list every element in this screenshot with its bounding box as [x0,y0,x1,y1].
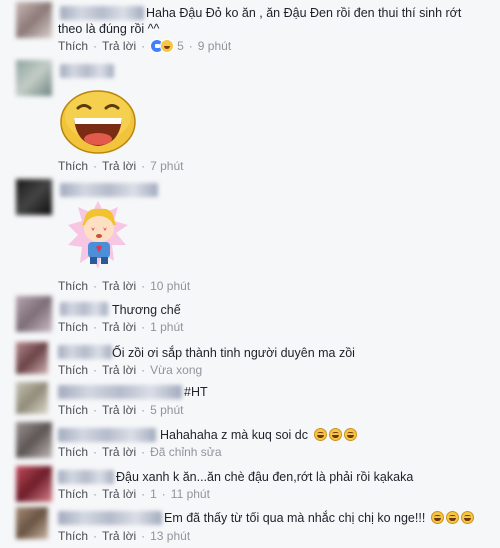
comment-actions: Thích · Trả lời · 5 phút [58,403,184,417]
comment-text: Haha Đậu Đỏ ko ăn , ăn Đậu Đen rồi đen t… [58,6,462,36]
commenter-name[interactable] [58,511,162,525]
avatar[interactable] [16,507,48,539]
reply-button[interactable]: Trả lời [102,363,136,377]
avatar[interactable] [16,179,52,215]
reply-button[interactable]: Trả lời [102,279,136,293]
like-button[interactable]: Thích [58,529,88,543]
avatar[interactable] [16,422,52,458]
like-button[interactable]: Thích [58,363,88,377]
comment-text: Hahahaha z mà kuq soi dc [160,427,357,443]
timestamp[interactable]: 1 phút [150,320,183,334]
commenter-name[interactable] [58,470,114,484]
reactions-summary[interactable] [150,39,175,53]
comment-actions: Thích · Trả lời · 13 phút [58,529,191,543]
comment-actions: Thích · Trả lời · 1 phút [58,320,184,334]
avatar[interactable] [16,382,48,414]
laughing-emoji-icon [313,428,327,441]
commenter-name[interactable] [60,64,114,78]
commenter-name[interactable] [58,385,182,399]
like-button[interactable]: Thích [58,279,88,293]
comment-text: Em đã thấy từ tối qua mà nhắc chị chị ko… [164,510,474,526]
comment-text: Đậu xanh k ăn...ăn chè đậu đen,rớt là ph… [116,470,414,484]
comment-text-body: Em đã thấy từ tối qua mà nhắc chị chị ko… [164,511,426,525]
avatar[interactable] [16,342,48,374]
laughing-emoji-icon [343,428,357,441]
reply-button[interactable]: Trả lời [102,445,136,459]
like-button[interactable]: Thích [58,487,88,501]
like-button[interactable]: Thích [58,403,88,417]
timestamp[interactable]: 9 phút [198,39,231,53]
timestamp[interactable]: Vừa xong [150,363,202,377]
comment-actions: Thích · Trả lời · 5 · 9 phút [58,39,232,53]
comment-actions: Thích · Trả lời · Đã chỉnh sửa [58,445,222,459]
reply-button[interactable]: Trả lời [102,529,136,543]
comment-text: Ối zồi ơi sắp thành tinh người duyên ma … [112,346,355,360]
commenter-name[interactable] [58,428,156,442]
haha-reaction-icon [160,39,175,53]
laughing-emoji-icon [430,511,444,524]
reply-button[interactable]: Trả lời [102,403,136,417]
timestamp[interactable]: 5 phút [150,403,183,417]
laughing-emoji-icon [328,428,342,441]
reply-button[interactable]: Trả lời [102,39,136,53]
comment-text-body: Hahahaha z mà kuq soi dc [160,428,309,442]
cartoon-boy-sticker [68,201,128,269]
reply-button[interactable]: Trả lời [102,320,136,334]
reply-button[interactable]: Trả lời [102,487,136,501]
timestamp[interactable]: 11 phút [171,487,210,501]
commenter-name[interactable] [58,345,112,359]
reply-count[interactable]: 1 [150,487,157,501]
like-button[interactable]: Thích [58,445,88,459]
comment-actions: Thích · Trả lời · 1 · 11 phút [58,487,210,501]
commenter-name[interactable] [60,183,158,197]
reaction-count: 5 [177,39,184,53]
comment-actions: Thích · Trả lời · Vừa xong [58,363,203,377]
like-button[interactable]: Thích [58,39,88,53]
timestamp[interactable]: 13 phút [150,529,190,543]
timestamp[interactable]: 7 phút [150,159,183,173]
laughing-face-sticker [60,90,136,154]
like-button[interactable]: Thích [58,159,88,173]
comment-actions: Thích · Trả lời · 10 phút [58,279,191,293]
timestamp[interactable]: 10 phút [150,279,190,293]
like-button[interactable]: Thích [58,320,88,334]
laughing-emoji-icon [445,511,459,524]
edited-label[interactable]: Đã chỉnh sửa [150,445,221,459]
comment-text: Thương chế [112,303,181,317]
avatar[interactable] [16,60,52,96]
reply-button[interactable]: Trả lời [102,159,136,173]
avatar[interactable] [16,466,52,502]
avatar[interactable] [16,2,52,38]
comment-actions: Thích · Trả lời · 7 phút [58,159,184,173]
avatar[interactable] [16,296,52,332]
commenter-name[interactable] [60,302,108,316]
laughing-emoji-icon [460,511,474,524]
comment-text: #HT [184,385,208,399]
